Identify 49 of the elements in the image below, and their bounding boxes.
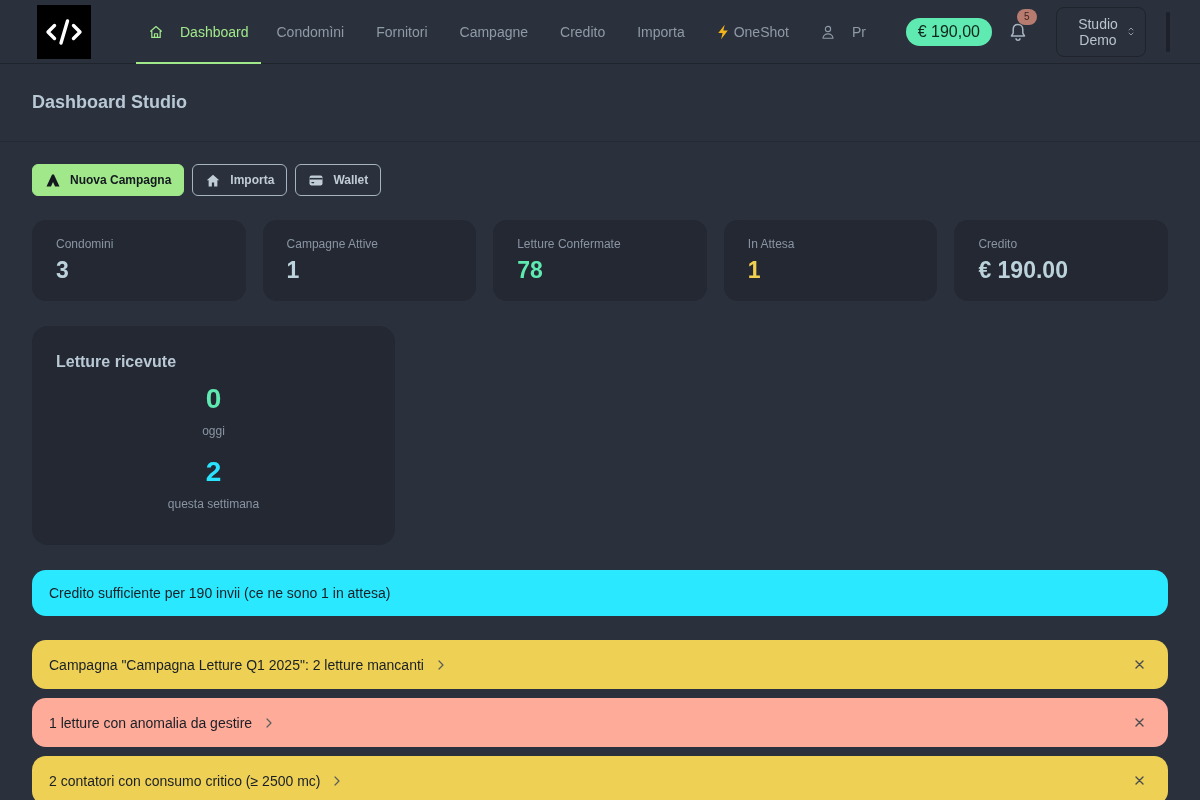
notification-count: 5 [1017, 8, 1037, 25]
stat-label: Campagne Attive [286, 237, 379, 251]
alert-text: 2 contatori con consumo critico (≥ 2500 mc) [49, 772, 321, 789]
nav-tab[interactable]: Condomìni [260, 0, 361, 64]
stat-value: 1 [286, 256, 301, 284]
action-button[interactable]: Importa [192, 164, 288, 196]
alert-text: Credito sufficiente per 190 invii (ce ne sono 1 in attesa) [49, 585, 391, 601]
nav-tab[interactable]: Campagne [443, 0, 545, 64]
alert-text: 1 letture con anomalia da gestire [49, 714, 253, 731]
stat-label: Credito [978, 237, 1019, 251]
tent-icon [46, 173, 60, 187]
close-icon[interactable] [1135, 660, 1144, 669]
action-button[interactable]: Nuova Campagna [32, 164, 185, 196]
nav-tab[interactable]: Dashboard [136, 0, 261, 64]
chevron-right-icon[interactable] [266, 717, 273, 728]
logo-icon[interactable] [37, 4, 91, 59]
stat-label: In Attesa [747, 237, 796, 251]
nav-tab[interactable]: Fornitori [360, 0, 444, 64]
bell-icon[interactable] [1010, 22, 1026, 41]
stat-label: Condomini [56, 237, 115, 251]
reading-caption: oggi [202, 424, 225, 438]
stat-value: 3 [56, 256, 70, 284]
close-icon[interactable] [1135, 718, 1144, 727]
chevron-updown-icon [1128, 27, 1134, 36]
stat-value: 78 [517, 256, 544, 284]
nav-tab[interactable]: Importa [621, 0, 701, 64]
nav-tab[interactable]: OneShot [700, 0, 805, 64]
chevron-right-icon[interactable] [334, 775, 341, 786]
home-icon [149, 24, 163, 39]
reading-value: 0 [205, 383, 222, 415]
studio-selector[interactable]: Studio Demo [1056, 6, 1146, 57]
alert-text: Campagna "Campagna Letture Q1 2025": 2 letture mancanti [49, 656, 424, 673]
reading-value: 2 [205, 456, 222, 488]
lightning-icon [716, 23, 729, 40]
reading-caption: questa settimana [167, 497, 260, 511]
stat-label: Letture Confermate [517, 237, 622, 251]
nav-tab[interactable]: Credito [544, 0, 622, 64]
close-icon[interactable] [1135, 776, 1144, 785]
page-title: Dashboard Studio [32, 92, 187, 113]
card-title: Letture ricevute [56, 353, 178, 371]
stat-value: € 190.00 [978, 256, 1069, 284]
balance-pill[interactable]: € 190,00 [905, 17, 992, 46]
card-icon [309, 173, 324, 187]
user-icon [820, 24, 835, 39]
home-icon [206, 173, 221, 187]
chevron-right-icon[interactable] [437, 659, 444, 670]
action-button[interactable]: Wallet [295, 164, 382, 196]
stat-value: 1 [747, 256, 762, 284]
nav-tab[interactable]: Pr [804, 0, 882, 64]
